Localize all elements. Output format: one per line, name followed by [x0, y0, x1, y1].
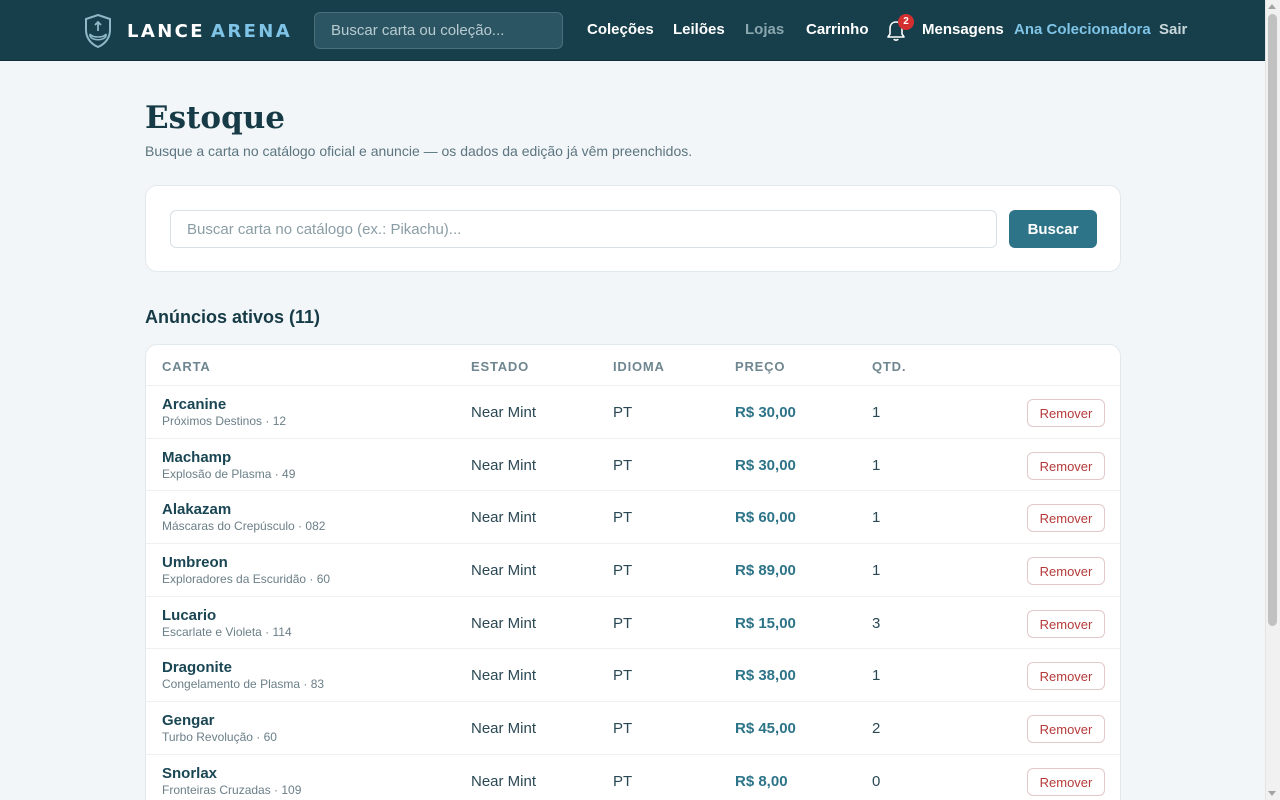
table-row: Lucario Escarlate e Violeta · 114 Near M… — [146, 596, 1120, 649]
active-listings-title: Anúncios ativos (11) — [145, 307, 321, 327]
brand-name-right: ARENA — [210, 20, 293, 42]
card-condition: Near Mint — [471, 509, 537, 526]
card-set: Congelamento de Plasma · 83 — [162, 677, 325, 691]
table-row: Gengar Turbo Revolução · 60 Near Mint PT… — [146, 701, 1120, 754]
remove-button[interactable]: Remover — [1027, 452, 1105, 480]
column-header-idioma: IDIOMA — [613, 359, 665, 374]
card-quantity: 1 — [872, 457, 881, 474]
remove-button[interactable]: Remover — [1027, 399, 1105, 427]
card-language: PT — [613, 720, 633, 737]
remove-button[interactable]: Remover — [1027, 610, 1105, 638]
brand-name: LANCE ARENA — [127, 21, 292, 42]
user-profile-link[interactable]: Ana Colecionadora — [1014, 21, 1151, 39]
card-price: R$ 15,00 — [735, 615, 796, 632]
card-language: PT — [613, 562, 633, 579]
scroll-up-arrow-icon[interactable] — [1268, 4, 1276, 9]
card-condition: Near Mint — [471, 667, 537, 684]
card-condition: Near Mint — [471, 457, 537, 474]
remove-button[interactable]: Remover — [1027, 557, 1105, 585]
card-quantity: 1 — [872, 562, 881, 579]
scrollbar-thumb[interactable] — [1268, 14, 1277, 626]
card-set: Próximos Destinos · 12 — [162, 414, 287, 428]
card-price: R$ 60,00 — [735, 509, 796, 526]
table-row: Umbreon Exploradores da Escuridão · 60 N… — [146, 543, 1120, 596]
nav-leiloes[interactable]: Leilões — [673, 21, 725, 39]
card-name[interactable]: Lucario — [162, 607, 216, 624]
card-quantity: 1 — [872, 667, 881, 684]
remove-button[interactable]: Remover — [1027, 768, 1105, 796]
card-condition: Near Mint — [471, 562, 537, 579]
brand-logo[interactable]: LANCE ARENA — [84, 14, 292, 48]
table-row: Machamp Explosão de Plasma · 49 Near Min… — [146, 438, 1120, 491]
column-header-qtd: QTD. — [872, 359, 907, 374]
page-title: Estoque — [145, 100, 286, 136]
card-quantity: 1 — [872, 404, 881, 421]
nav-carrinho[interactable]: Carrinho — [806, 21, 869, 39]
card-name[interactable]: Alakazam — [162, 501, 231, 518]
remove-button[interactable]: Remover — [1027, 715, 1105, 743]
card-price: R$ 30,00 — [735, 457, 796, 474]
nav-lojas[interactable]: Lojas — [745, 21, 784, 39]
card-set: Escarlate e Violeta · 114 — [162, 625, 292, 639]
card-language: PT — [613, 615, 633, 632]
card-price: R$ 30,00 — [735, 404, 796, 421]
card-quantity: 0 — [872, 773, 881, 790]
card-set: Máscaras do Crepúsculo · 082 — [162, 519, 326, 533]
logout-link[interactable]: Sair — [1159, 21, 1187, 39]
card-name[interactable]: Dragonite — [162, 659, 232, 676]
card-language: PT — [613, 404, 633, 421]
card-language: PT — [613, 457, 633, 474]
table-row: Alakazam Máscaras do Crepúsculo · 082 Ne… — [146, 490, 1120, 543]
card-condition: Near Mint — [471, 404, 537, 421]
card-price: R$ 8,00 — [735, 773, 788, 790]
card-name[interactable]: Umbreon — [162, 554, 228, 571]
catalog-search-card: Buscar — [145, 185, 1121, 272]
scroll-down-arrow-icon[interactable] — [1268, 791, 1276, 796]
column-header-carta: CARTA — [162, 359, 211, 374]
card-set: Fronteiras Cruzadas · 109 — [162, 783, 302, 797]
table-row: Dragonite Congelamento de Plasma · 83 Ne… — [146, 648, 1120, 701]
card-quantity: 3 — [872, 615, 881, 632]
card-price: R$ 38,00 — [735, 667, 796, 684]
card-condition: Near Mint — [471, 720, 537, 737]
remove-button[interactable]: Remover — [1027, 504, 1105, 532]
shield-logo-icon — [85, 14, 111, 48]
card-set: Exploradores da Escuridão · 60 — [162, 572, 331, 586]
catalog-search-button[interactable]: Buscar — [1009, 210, 1097, 248]
top-navbar: LANCEARENA Coleções Leilões Lojas Carrin… — [0, 0, 1280, 61]
card-set: Turbo Revolução · 60 — [162, 730, 277, 744]
card-price: R$ 89,00 — [735, 562, 796, 579]
table-row: Snorlax Fronteiras Cruzadas · 109 Near M… — [146, 754, 1120, 800]
card-name[interactable]: Arcanine — [162, 396, 226, 413]
card-name[interactable]: Snorlax — [162, 765, 217, 782]
card-language: PT — [613, 667, 633, 684]
card-name[interactable]: Machamp — [162, 449, 231, 466]
card-quantity: 1 — [872, 509, 881, 526]
card-price: R$ 45,00 — [735, 720, 796, 737]
brand-name-left: LANCE — [127, 20, 205, 42]
page-subtitle: Busque a carta no catálogo oficial e anu… — [145, 143, 693, 159]
remove-button[interactable]: Remover — [1027, 662, 1105, 690]
listings-table: CARTA ESTADO IDIOMA PREÇO QTD. Arcanine … — [145, 344, 1121, 800]
card-condition: Near Mint — [471, 773, 537, 790]
notification-count-badge: 2 — [898, 14, 914, 30]
global-search-input[interactable] — [314, 12, 563, 49]
card-quantity: 2 — [872, 720, 881, 737]
nav-colecoes[interactable]: Coleções — [587, 21, 654, 39]
nav-mensagens[interactable]: Mensagens — [922, 21, 1004, 39]
card-name[interactable]: Gengar — [162, 712, 215, 729]
page-scrollbar[interactable] — [1265, 0, 1280, 800]
table-row: Arcanine Próximos Destinos · 12 Near Min… — [146, 385, 1120, 438]
column-header-preco: PREÇO — [735, 359, 786, 374]
card-condition: Near Mint — [471, 615, 537, 632]
card-set: Explosão de Plasma · 49 — [162, 467, 296, 481]
catalog-search-input[interactable] — [170, 210, 997, 248]
card-language: PT — [613, 773, 633, 790]
card-language: PT — [613, 509, 633, 526]
column-header-estado: ESTADO — [471, 359, 530, 374]
